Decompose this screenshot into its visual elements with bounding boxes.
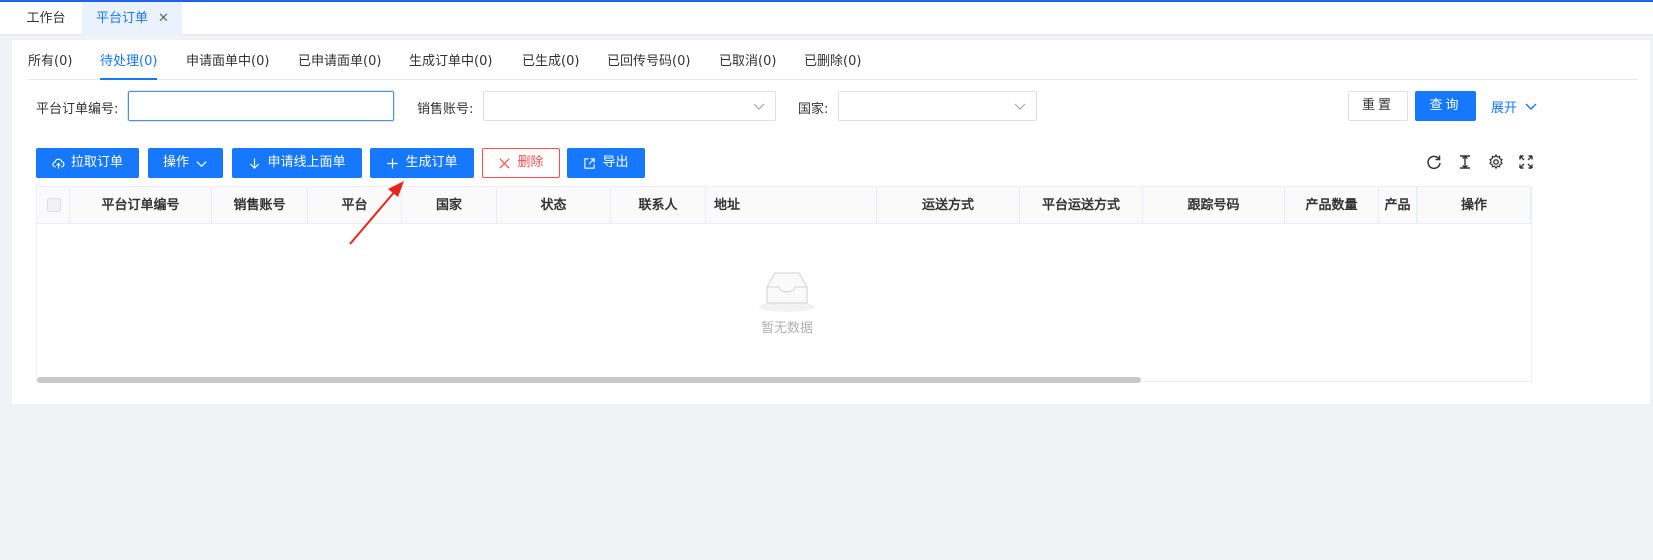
refresh-icon[interactable]: [1426, 154, 1442, 170]
status-tab-label-applied[interactable]: 已申请面单(0): [298, 52, 381, 80]
sales-account-label: 销售账号:: [417, 102, 474, 117]
status-tab-all[interactable]: 所有(0): [28, 52, 72, 80]
status-tab-pending[interactable]: 待处理(0): [100, 52, 158, 80]
page-tab-bar: 工作台 平台订单 ✕: [0, 2, 1653, 35]
col-sales-account[interactable]: 销售账号: [212, 187, 308, 224]
expand-label: 展开: [1491, 101, 1518, 116]
plus-icon: [387, 157, 399, 169]
country-select[interactable]: [838, 91, 1037, 121]
tab-platform-orders[interactable]: 平台订单 ✕: [82, 2, 182, 35]
chevron-down-icon: [196, 160, 207, 167]
status-tab-generating[interactable]: 生成订单中(0): [409, 52, 492, 80]
order-no-input[interactable]: [128, 91, 394, 121]
close-tab-icon[interactable]: ✕: [158, 2, 169, 35]
export-label: 导出: [602, 155, 629, 170]
arrow-down-icon: [250, 157, 260, 169]
status-tab-cancelled[interactable]: 已取消(0): [719, 52, 776, 80]
reset-button[interactable]: 重置: [1348, 91, 1408, 121]
empty-inbox-icon: [759, 272, 815, 312]
tab-workbench[interactable]: 工作台: [10, 2, 82, 35]
horizontal-scrollbar[interactable]: [37, 377, 1141, 383]
column-height-icon[interactable]: [1457, 154, 1473, 170]
pull-orders-label: 拉取订单: [70, 155, 123, 170]
close-icon: [499, 157, 511, 169]
generate-order-button[interactable]: 生成订单: [370, 148, 474, 178]
delete-button[interactable]: 删除: [482, 148, 560, 178]
operate-label: 操作: [162, 155, 189, 170]
orders-table: 平台订单编号 销售账号 平台 国家 状态 联系人 地址 运送方式 平台运送方式 …: [36, 186, 1532, 383]
col-shipping-method[interactable]: 运送方式: [877, 187, 1020, 224]
status-tabs: 所有(0) 待处理(0) 申请面单中(0) 已申请面单(0) 生成订单中(0) …: [28, 52, 1638, 80]
tab-platform-orders-label: 平台订单: [96, 11, 149, 26]
chevron-down-icon: [1014, 103, 1026, 110]
col-country[interactable]: 国家: [402, 187, 497, 224]
export-button[interactable]: 导出: [567, 148, 645, 178]
status-tab-applying-label[interactable]: 申请面单中(0): [186, 52, 269, 80]
apply-online-label-text: 申请线上面单: [267, 155, 346, 170]
col-contact[interactable]: 联系人: [611, 187, 706, 224]
col-platform[interactable]: 平台: [308, 187, 402, 224]
operate-dropdown-button[interactable]: 操作: [148, 148, 223, 178]
chevron-down-icon: [753, 103, 765, 110]
generate-order-label: 生成订单: [405, 155, 458, 170]
order-no-label: 平台订单编号:: [36, 102, 119, 117]
status-tab-number-returned[interactable]: 已回传号码(0): [607, 52, 690, 80]
select-all-checkbox[interactable]: [47, 198, 61, 212]
country-label: 国家:: [798, 102, 829, 117]
col-product[interactable]: 产品: [1379, 187, 1417, 224]
export-icon: [584, 157, 596, 169]
status-tab-deleted[interactable]: 已删除(0): [804, 52, 861, 80]
table-header: 平台订单编号 销售账号 平台 国家 状态 联系人 地址 运送方式 平台运送方式 …: [37, 187, 1531, 224]
col-platform-shipping-method[interactable]: 平台运送方式: [1020, 187, 1143, 224]
col-product-qty[interactable]: 产品数量: [1285, 187, 1379, 224]
query-button[interactable]: 查询: [1415, 91, 1476, 121]
cloud-upload-icon: [52, 158, 65, 169]
col-platform-order-no[interactable]: 平台订单编号: [70, 187, 212, 224]
pull-orders-button[interactable]: 拉取订单: [36, 148, 139, 178]
expand-link[interactable]: 展开: [1491, 97, 1537, 116]
gear-icon[interactable]: [1488, 154, 1504, 170]
chevron-down-icon: [1525, 103, 1537, 110]
sales-account-select[interactable]: [483, 91, 776, 121]
col-tracking-no[interactable]: 跟踪号码: [1143, 187, 1285, 224]
col-actions: 操作: [1417, 187, 1531, 224]
empty-text: 暂无数据: [760, 321, 813, 336]
status-tab-generated[interactable]: 已生成(0): [522, 52, 579, 80]
main-panel: 所有(0) 待处理(0) 申请面单中(0) 已申请面单(0) 生成订单中(0) …: [12, 40, 1650, 404]
fullscreen-icon[interactable]: [1518, 154, 1534, 170]
delete-label: 删除: [517, 155, 544, 170]
apply-online-label-button[interactable]: 申请线上面单: [232, 148, 362, 178]
select-all-cell: [37, 187, 70, 224]
col-status[interactable]: 状态: [497, 187, 611, 224]
col-address[interactable]: 地址: [706, 187, 877, 224]
